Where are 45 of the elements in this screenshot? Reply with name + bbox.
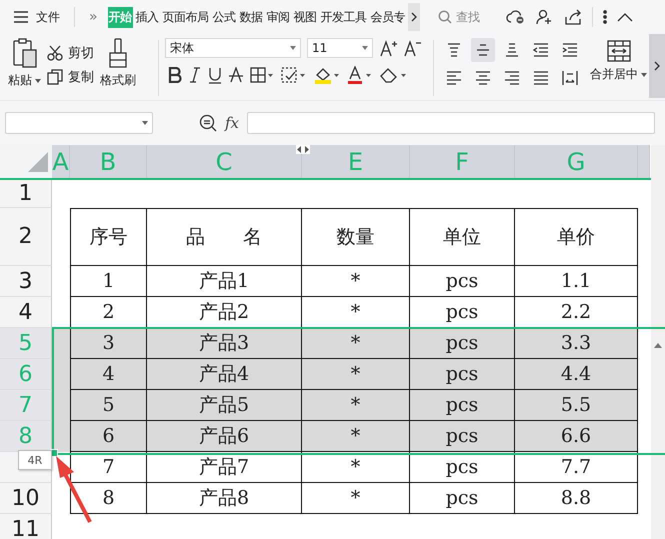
table-cell: pcs — [410, 359, 515, 390]
table-cell: pcs — [410, 483, 515, 514]
table-cell: 数量 — [302, 208, 410, 266]
table-cell: * — [302, 328, 410, 359]
table-cell: 8 — [70, 483, 147, 514]
table-cell: 3 — [70, 328, 147, 359]
table-cell: 产品1 — [147, 266, 302, 297]
table-cell: 单价 — [515, 208, 638, 266]
table-cell: 1.1 — [515, 266, 638, 297]
table-cell: 1 — [70, 266, 147, 297]
table-cell: pcs — [410, 266, 515, 297]
table-cell: * — [302, 421, 410, 452]
table-cell: 4.4 — [515, 359, 638, 390]
table-cell: pcs — [410, 297, 515, 328]
table-cell: * — [302, 266, 410, 297]
table-cell: 产品3 — [147, 328, 302, 359]
table-cell: * — [302, 390, 410, 421]
table-cell: 产品4 — [147, 359, 302, 390]
table-cell: 序号 — [70, 208, 147, 266]
table-cell: 6.6 — [515, 421, 638, 452]
table-cell: * — [302, 452, 410, 483]
table-cell: 8.8 — [515, 483, 638, 514]
table-cell: 2 — [70, 297, 147, 328]
table-cell: 7.7 — [515, 452, 638, 483]
table-cell: 4 — [70, 359, 147, 390]
table-cell: 品 名 — [147, 208, 302, 266]
table-cell: 产品7 — [147, 452, 302, 483]
table-cell: * — [302, 297, 410, 328]
table-cell: * — [302, 359, 410, 390]
table-cell: pcs — [410, 452, 515, 483]
table-cell: 5.5 — [515, 390, 638, 421]
row-count-tooltip: 4R — [18, 450, 52, 470]
table-cell: * — [302, 483, 410, 514]
table-cell: 产品6 — [147, 421, 302, 452]
table-cell: pcs — [410, 390, 515, 421]
table-cell: 单位 — [410, 208, 515, 266]
table-cell: 产品8 — [147, 483, 302, 514]
table-cell: 产品5 — [147, 390, 302, 421]
table-cell: 3.3 — [515, 328, 638, 359]
table-cell: 2.2 — [515, 297, 638, 328]
table-cell: 产品2 — [147, 297, 302, 328]
table-cell: pcs — [410, 328, 515, 359]
table-cell: 6 — [70, 421, 147, 452]
table-cell: pcs — [410, 421, 515, 452]
table-cell: 5 — [70, 390, 147, 421]
